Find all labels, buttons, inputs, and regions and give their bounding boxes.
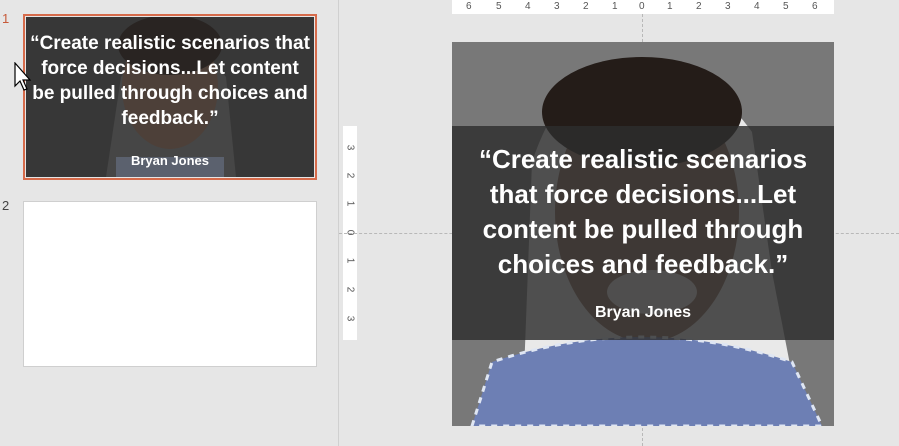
- ruler-h-label: 3: [554, 1, 560, 12]
- ruler-h-label: 5: [496, 1, 502, 12]
- slide-number-2: 2: [2, 198, 10, 213]
- pane-divider[interactable]: [338, 0, 339, 446]
- ruler-v-label: 1: [344, 200, 356, 207]
- ruler-v-label: 2: [344, 286, 356, 293]
- slide-number-1: 1: [2, 11, 10, 26]
- slide-thumbnail-1[interactable]: “Create realistic scenarios that force d…: [23, 14, 317, 180]
- ruler-h-label: 2: [696, 1, 702, 12]
- thumb-quote-text: “Create realistic scenarios that force d…: [30, 33, 310, 129]
- mouse-pointer-icon: [14, 62, 32, 91]
- horizontal-ruler[interactable]: 6 5 4 3 2 1 0 1 2 3 4 5 6: [452, 0, 834, 14]
- slide-thumbnail-pane: 1 “Create realistic scenarios that force…: [0, 0, 338, 446]
- ruler-v-label: 3: [344, 315, 356, 322]
- slide-thumbnail-2[interactable]: [23, 201, 317, 367]
- ruler-h-label: 2: [583, 1, 589, 12]
- quote-text[interactable]: “Create realistic scenarios that force d…: [452, 142, 834, 282]
- ruler-v-label: 1: [344, 257, 356, 264]
- slide-thumbnail-1-content: “Create realistic scenarios that force d…: [26, 17, 314, 177]
- ruler-v-label: 3: [344, 144, 356, 151]
- ruler-h-label: 6: [466, 1, 472, 12]
- ruler-h-label: 6: [812, 1, 818, 12]
- ruler-h-label: 4: [525, 1, 531, 12]
- ruler-h-label: 5: [783, 1, 789, 12]
- ruler-h-label: 1: [612, 1, 618, 12]
- slide-canvas[interactable]: “Create realistic scenarios that force d…: [452, 42, 834, 426]
- ruler-h-label: 3: [725, 1, 731, 12]
- ruler-h-label: 0: [639, 1, 645, 12]
- ruler-v-label: 2: [344, 172, 356, 179]
- author-text[interactable]: Bryan Jones: [452, 304, 834, 322]
- thumb-author-text: Bryan Jones: [130, 153, 210, 168]
- ruler-h-label: 1: [667, 1, 673, 12]
- ruler-h-label: 4: [754, 1, 760, 12]
